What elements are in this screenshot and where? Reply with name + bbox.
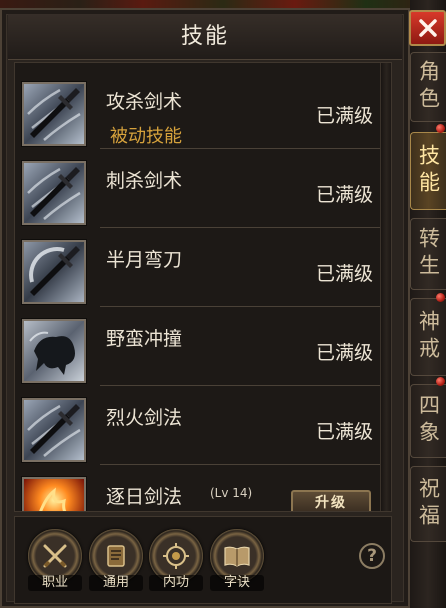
tab-label: 四象 — [416, 394, 441, 448]
sword-icon[interactable] — [22, 161, 86, 225]
skill-list: 攻杀剑术 被动技能 已满级 刺杀剑术 已满级 半月弯刀 已满级 野蛮冲撞 已满级… — [14, 62, 392, 512]
general-button-label[interactable]: 通用 — [89, 575, 143, 591]
close-icon — [418, 19, 437, 37]
tab-label: 祝福 — [416, 477, 441, 531]
skill-row[interactable]: 逐日剑法 (Lv 14) 升级 — [15, 466, 379, 511]
row-divider — [100, 385, 380, 386]
skill-name: 烈火剑法 — [106, 407, 183, 429]
gem-ornament — [436, 124, 445, 133]
profession-button-label[interactable]: 职业 — [28, 575, 82, 591]
skill-window: 技能 攻杀剑术 被动技能 已满级 刺杀剑术 已满级 半月弯刀 已满级 野蛮冲撞 … — [0, 0, 446, 608]
title-bar: 技能 — [8, 14, 402, 60]
passive-skill-label: 被动技能 — [110, 126, 182, 147]
row-divider — [100, 306, 380, 307]
skill-row[interactable]: 刺杀剑术 已满级 — [15, 150, 380, 229]
scrollbar[interactable] — [380, 63, 391, 511]
tab-four-symbols[interactable]: 四象 — [410, 384, 446, 458]
word-art-button-label[interactable]: 字诀 — [210, 575, 264, 591]
fire-icon[interactable] — [22, 477, 86, 511]
window-title: 技能 — [180, 24, 229, 49]
skill-status: 已满级 — [316, 342, 374, 364]
tab-label: 转生 — [416, 227, 441, 281]
skill-name: 半月弯刀 — [106, 249, 183, 271]
skill-row[interactable]: 攻杀剑术 被动技能 已满级 — [15, 71, 380, 150]
skill-row[interactable]: 半月弯刀 已满级 — [15, 229, 380, 308]
skill-name: 刺杀剑术 — [106, 170, 183, 192]
skill-row[interactable]: 野蛮冲撞 已满级 — [15, 308, 380, 387]
upgrade-button[interactable]: 升级 — [291, 490, 371, 511]
crescent-sword-icon[interactable] — [22, 240, 86, 304]
tab-rebirth[interactable]: 转生 — [410, 218, 446, 290]
sword-icon[interactable] — [22, 398, 86, 462]
tab-label: 神戒 — [416, 310, 441, 364]
tab-divine-ring[interactable]: 神戒 — [410, 298, 446, 376]
row-divider — [100, 148, 380, 149]
sword-icon[interactable] — [22, 82, 86, 146]
skill-level: (Lv 14) — [210, 486, 253, 500]
skill-status: 已满级 — [316, 184, 374, 206]
row-divider — [100, 464, 380, 465]
skill-status: 已满级 — [316, 263, 374, 285]
beast-charge-icon[interactable] — [22, 319, 86, 383]
close-button[interactable] — [409, 10, 446, 46]
gem-ornament — [436, 377, 445, 386]
bottom-bar: 职业 通用 内功 字诀 ? — [14, 516, 392, 604]
tab-label: 技能 — [416, 144, 441, 198]
tab-label: 角色 — [416, 60, 441, 114]
skill-row[interactable]: 烈火剑法 已满级 — [15, 387, 380, 466]
inner-power-button-label[interactable]: 内功 — [149, 575, 203, 591]
skill-status: 已满级 — [316, 105, 374, 127]
skill-status: 已满级 — [316, 421, 374, 443]
gem-ornament — [436, 293, 445, 302]
skill-name: 逐日剑法 — [106, 486, 183, 508]
skill-name: 攻杀剑术 — [106, 91, 183, 113]
skill-name: 野蛮冲撞 — [106, 328, 183, 350]
tab-character[interactable]: 角色 — [410, 52, 446, 122]
row-divider — [100, 227, 380, 228]
help-button[interactable]: ? — [359, 543, 385, 569]
tab-skills[interactable]: 技能 — [410, 132, 446, 210]
tab-blessing[interactable]: 祝福 — [410, 466, 446, 542]
